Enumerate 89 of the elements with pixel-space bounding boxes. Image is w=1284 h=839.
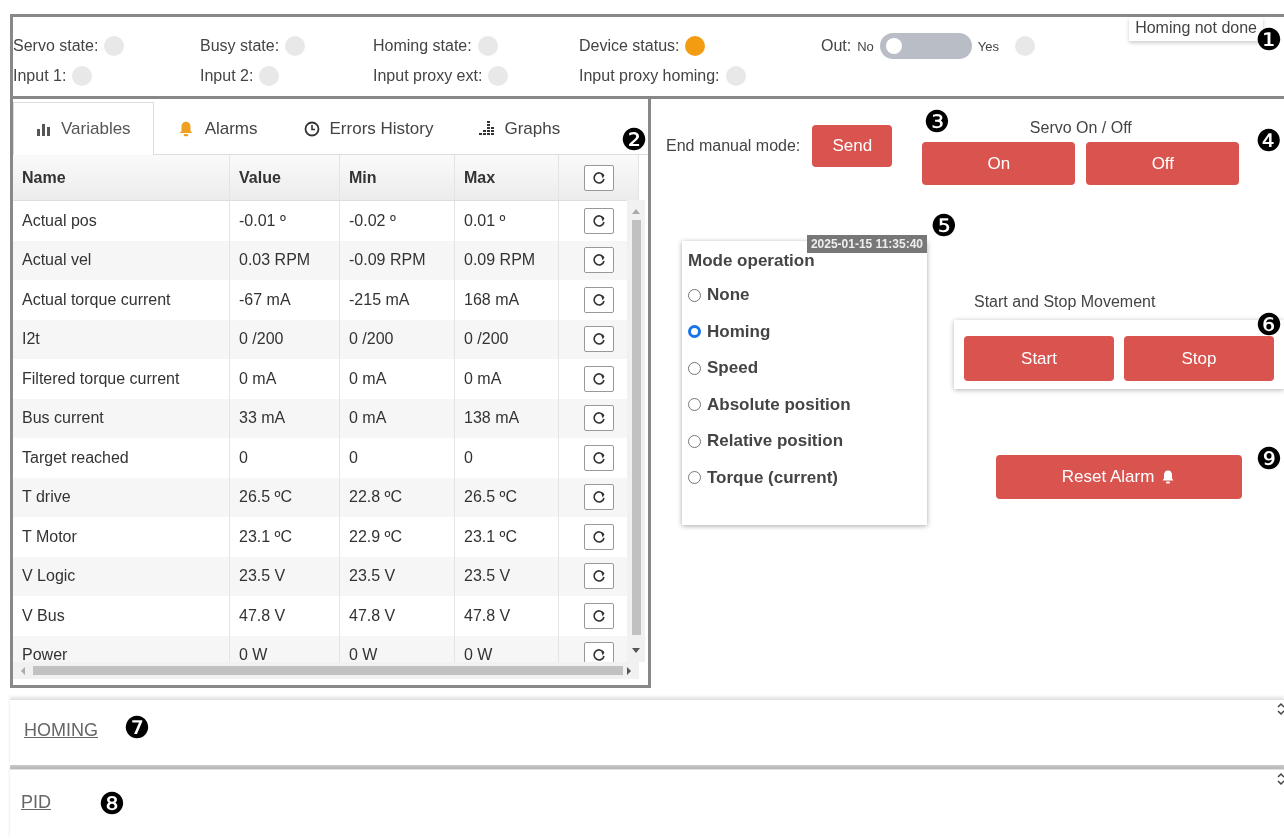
table-cell: 0.01 º — [455, 201, 559, 241]
radio-label[interactable]: Homing — [707, 321, 771, 342]
status-label: Servo state: — [13, 37, 99, 55]
table-cell: 0 — [455, 438, 559, 478]
section-title: Servo On / Off — [1029, 119, 1132, 137]
table-cell: 47.8 V — [455, 596, 559, 636]
table-cell: T Motor — [13, 517, 230, 557]
column-header: Max — [455, 155, 559, 200]
tab[interactable]: Alarms — [153, 102, 281, 154]
reset-alarm-button[interactable]: Reset Alarm — [996, 455, 1242, 499]
table-cell: 0.09 RPM — [455, 240, 559, 280]
callout-number: ❾ — [1255, 444, 1283, 474]
table-cell: 22.8 ºC — [340, 477, 455, 517]
status-label: Device status: — [579, 37, 680, 55]
manual-mode-label: End manual mode: — [666, 137, 801, 155]
table-cell: Target reached — [13, 438, 230, 478]
table-cell: 0 /200 — [455, 319, 559, 359]
table-cell: 23.5 V — [340, 556, 455, 596]
status-label: Input proxy homing: — [579, 67, 720, 85]
table-cell: 23.5 V — [455, 556, 559, 596]
table-cell: -67 mA — [230, 280, 340, 320]
callout-number: ❷ — [620, 125, 648, 155]
status-label: Input 1: — [13, 67, 67, 85]
column-header: Min — [340, 155, 455, 200]
table-cell: 168 mA — [455, 280, 559, 320]
radio-label[interactable]: Relative position — [707, 431, 844, 452]
timestamp-badge: 2025-01-15 11:35:40 — [806, 235, 927, 253]
table-cell: 0 mA — [230, 359, 340, 399]
servo-button[interactable]: Off — [1086, 142, 1240, 185]
toggle-on-label: Yes — [977, 38, 1000, 54]
table-cell: 0 mA — [455, 359, 559, 399]
radio-label[interactable]: Speed — [707, 358, 759, 379]
table-cell: Actual pos — [13, 201, 230, 241]
table-cell: Bus current — [13, 398, 230, 438]
column-header: Value — [230, 155, 340, 200]
section-link[interactable]: PID — [21, 792, 51, 813]
table-cell: 22.9 ºC — [340, 517, 455, 557]
table-cell: T drive — [13, 477, 230, 517]
table-cell: 0 mA — [340, 398, 455, 438]
callout-number: ❹ — [1255, 126, 1283, 156]
callout-number: ❺ — [930, 211, 958, 241]
movement-button[interactable]: Start — [964, 336, 1114, 381]
tab[interactable]: Graphs — [456, 102, 584, 154]
table-cell: 138 mA — [455, 398, 559, 438]
servo-button[interactable]: On — [922, 142, 1076, 185]
section-title: Start and Stop Movement — [974, 293, 1157, 311]
status-label: Homing state: — [373, 37, 472, 55]
table-cell: 33 mA — [230, 398, 340, 438]
tab[interactable]: Errors History — [280, 102, 457, 154]
table-cell: 0 — [340, 438, 455, 478]
radio-label[interactable]: None — [707, 285, 750, 306]
send-button[interactable]: Send — [812, 125, 893, 167]
table-cell: Actual vel — [13, 240, 230, 280]
status-label: Input proxy ext: — [373, 67, 483, 85]
callout-number: ❸ — [923, 107, 951, 137]
status-label: Busy state: — [200, 37, 280, 55]
movement-button[interactable]: Stop — [1124, 336, 1274, 381]
table-cell: -0.02 º — [340, 201, 455, 241]
table-cell: 0.03 RPM — [230, 240, 340, 280]
table-cell: 47.8 V — [340, 596, 455, 636]
table-cell: 23.1 ºC — [230, 517, 340, 557]
table-cell: 0 mA — [340, 359, 455, 399]
table-cell: Actual torque current — [13, 280, 230, 320]
table-cell: I2t — [13, 319, 230, 359]
output-label: Out: — [821, 37, 852, 55]
table-cell: Filtered torque current — [13, 359, 230, 399]
table-cell: 0 /200 — [340, 319, 455, 359]
table-cell: -0.01 º — [230, 201, 340, 241]
table-cell: 26.5 ºC — [230, 477, 340, 517]
table-cell: 47.8 V — [230, 596, 340, 636]
table-cell: V Bus — [13, 596, 230, 636]
table-cell: 23.5 V — [230, 556, 340, 596]
column-header: Name — [13, 155, 230, 200]
mode-title: Mode operation — [688, 251, 816, 271]
toggle-off-label: No — [857, 38, 874, 54]
table-cell: 0 — [230, 438, 340, 478]
table-cell: V Logic — [13, 556, 230, 596]
callout-number: ❽ — [98, 789, 126, 819]
table-cell: 23.1 ºC — [455, 517, 559, 557]
table-cell: -0.09 RPM — [340, 240, 455, 280]
section-link[interactable]: HOMING — [24, 720, 98, 741]
table-cell: -215 mA — [340, 280, 455, 320]
callout-number: ❼ — [123, 713, 151, 743]
radio-label[interactable]: Absolute position — [707, 394, 851, 415]
status-label: Input 2: — [200, 67, 254, 85]
tab[interactable]: Variables — [13, 102, 154, 155]
table-cell: 0 /200 — [230, 319, 340, 359]
radio-label[interactable]: Torque (current) — [707, 467, 838, 488]
table-cell: 26.5 ºC — [455, 477, 559, 517]
